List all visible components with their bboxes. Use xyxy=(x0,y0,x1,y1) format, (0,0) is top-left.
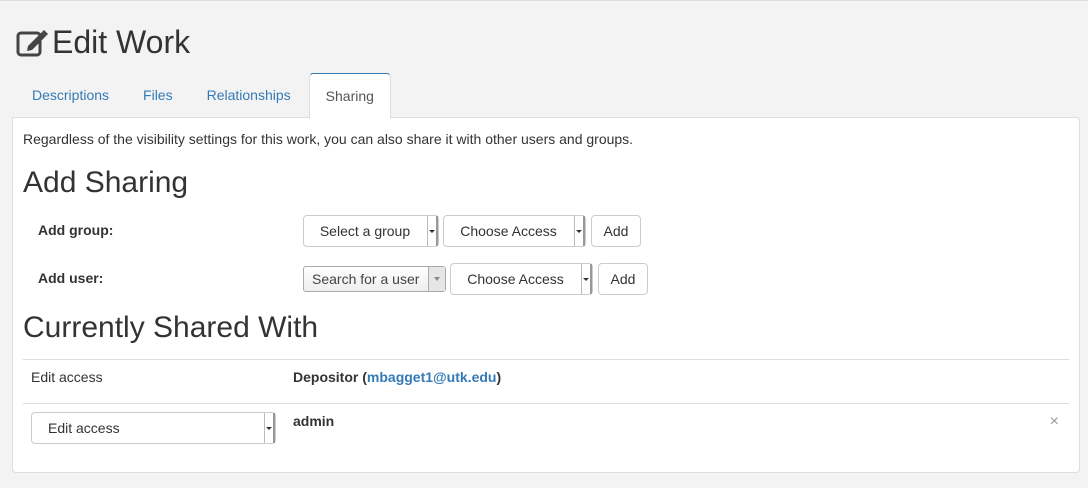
chevron-down-icon xyxy=(428,267,445,291)
tab-sharing[interactable]: Sharing xyxy=(308,73,391,119)
tab-bar: Descriptions Files Relationships Sharing xyxy=(16,73,393,119)
add-group-label: Add group: xyxy=(38,222,114,238)
shared-access-text: Edit access xyxy=(31,369,103,385)
page-title: Edit Work xyxy=(16,24,190,60)
user-access-select[interactable]: Choose Access xyxy=(450,263,593,295)
tab-descriptions[interactable]: Descriptions xyxy=(16,73,125,117)
table-divider xyxy=(23,403,1069,404)
add-user-button[interactable]: Add xyxy=(598,263,648,295)
tab-files[interactable]: Files xyxy=(127,73,189,117)
top-divider xyxy=(0,0,1088,1)
group-select-value: Select a group xyxy=(319,223,411,239)
currently-shared-heading: Currently Shared With xyxy=(23,311,319,344)
sharing-panel: Regardless of the visibility settings fo… xyxy=(12,117,1080,473)
group-access-select[interactable]: Choose Access xyxy=(443,215,586,247)
group-access-value: Choose Access xyxy=(460,223,557,239)
tab-relationships[interactable]: Relationships xyxy=(191,73,307,117)
add-sharing-heading: Add Sharing xyxy=(23,166,189,199)
shared-access-select[interactable]: Edit access xyxy=(31,412,276,444)
remove-share-icon[interactable]: × xyxy=(1050,413,1059,431)
shared-access-select-value: Edit access xyxy=(48,420,120,436)
add-group-button[interactable]: Add xyxy=(591,215,641,247)
page-title-text: Edit Work xyxy=(52,24,191,60)
shared-user-email-link[interactable]: mbagget1@utk.edu xyxy=(367,369,497,385)
add-user-label: Add user: xyxy=(38,270,104,286)
shared-user-name: admin xyxy=(293,413,335,429)
chevron-down-icon xyxy=(427,216,438,246)
group-select[interactable]: Select a group xyxy=(303,215,439,247)
edit-icon xyxy=(16,30,48,57)
shared-user-row: Depositor (mbagget1@utk.edu) xyxy=(293,369,502,385)
chevron-down-icon xyxy=(264,413,275,443)
chevron-down-icon xyxy=(574,216,585,246)
table-divider xyxy=(23,359,1069,360)
chevron-down-icon xyxy=(581,264,592,294)
user-search-select[interactable]: Search for a user xyxy=(303,266,446,292)
sharing-intro: Regardless of the visibility settings fo… xyxy=(23,131,634,147)
user-access-value: Choose Access xyxy=(467,271,564,287)
user-search-value: Search for a user xyxy=(312,271,420,287)
shared-user-name: Depositor xyxy=(293,369,359,385)
